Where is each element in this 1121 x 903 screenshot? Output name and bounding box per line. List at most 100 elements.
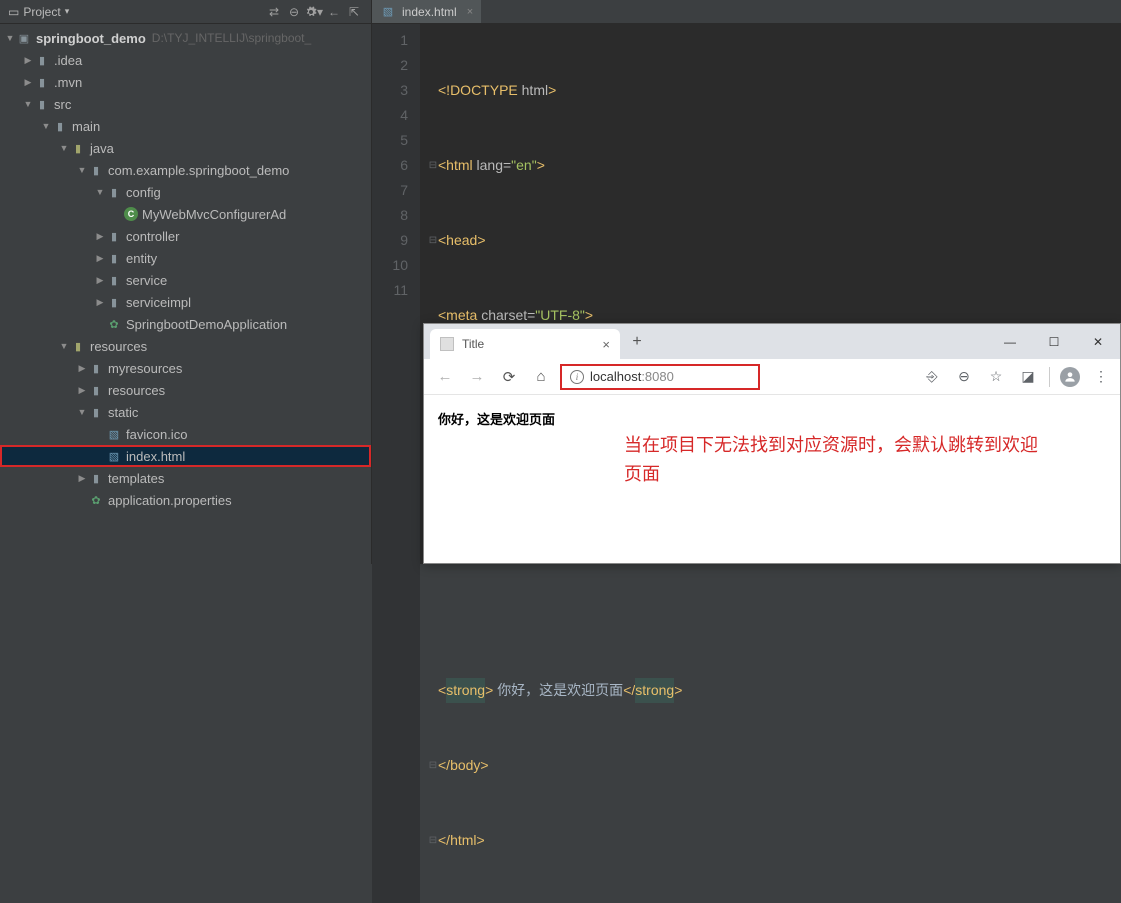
reload-button[interactable]: ⟳ xyxy=(496,364,522,390)
tool-back[interactable]: ← xyxy=(325,3,343,21)
expand-icon[interactable]: ▼ xyxy=(94,187,106,197)
tool-target[interactable]: ⊖ xyxy=(285,3,303,21)
package-icon: ▮ xyxy=(106,228,122,244)
page-heading: 你好，这是欢迎页面 xyxy=(438,412,555,427)
close-icon[interactable]: × xyxy=(467,6,473,18)
tree-item-java[interactable]: ▼▮java xyxy=(0,137,371,159)
module-icon: ▣ xyxy=(16,30,32,46)
code-token: <head> xyxy=(438,228,486,253)
tree-item-favicon[interactable]: ▧ favicon.ico xyxy=(0,423,371,445)
expand-icon[interactable]: ▼ xyxy=(58,341,70,351)
tree-item-myres[interactable]: ▶▮myresources xyxy=(0,357,371,379)
tree-root[interactable]: ▼ ▣ springboot_demo D:\TYJ_INTELLIJ\spri… xyxy=(0,27,371,49)
folder-icon: ▮ xyxy=(88,470,104,486)
html-file-icon: ▧ xyxy=(380,4,396,20)
project-tree[interactable]: ▼ ▣ springboot_demo D:\TYJ_INTELLIJ\spri… xyxy=(0,24,371,564)
expand-icon[interactable]: ▶ xyxy=(22,77,34,88)
tree-label: favicon.ico xyxy=(126,427,187,442)
folder-icon: ▮ xyxy=(88,382,104,398)
star-icon[interactable]: ☆ xyxy=(985,366,1007,388)
folder-icon: ▮ xyxy=(52,118,68,134)
maximize-button[interactable]: ☐ xyxy=(1032,327,1076,357)
tree-item-src[interactable]: ▼▮src xyxy=(0,93,371,115)
tree-label: java xyxy=(90,141,114,156)
tab-label: index.html xyxy=(402,5,457,19)
tree-label: src xyxy=(54,97,71,112)
html-file-icon: ▧ xyxy=(106,448,122,464)
tree-label: .idea xyxy=(54,53,82,68)
code-token: html xyxy=(522,78,548,103)
properties-icon: ✿ xyxy=(88,492,104,508)
tool-hide[interactable]: ⇱ xyxy=(345,3,363,21)
browser-window: Title × + — ☐ ✕ ← → ⟳ ⌂ i localhost:8080… xyxy=(423,323,1121,564)
tree-item-service[interactable]: ▶▮service xyxy=(0,269,371,291)
profile-avatar-icon[interactable] xyxy=(1060,367,1080,387)
translate-icon[interactable]: ⎆ xyxy=(921,366,943,388)
expand-icon[interactable]: ▼ xyxy=(76,407,88,417)
line-num: 9 xyxy=(372,228,408,253)
tree-item-serviceimpl[interactable]: ▶▮serviceimpl xyxy=(0,291,371,313)
menu-icon[interactable]: ⋮ xyxy=(1090,366,1112,388)
code-token: > xyxy=(485,678,497,703)
expand-icon[interactable]: ▼ xyxy=(40,121,52,131)
tool-collapse[interactable]: ⇄ xyxy=(265,3,283,21)
tree-item-mvn[interactable]: ▶▮.mvn xyxy=(0,71,371,93)
tree-item-entity[interactable]: ▶▮entity xyxy=(0,247,371,269)
tree-item-resources[interactable]: ▼▮resources xyxy=(0,335,371,357)
line-num: 5 xyxy=(372,128,408,153)
back-button[interactable]: ← xyxy=(432,364,458,390)
tree-item-main[interactable]: ▼▮main xyxy=(0,115,371,137)
expand-icon[interactable]: ▼ xyxy=(4,33,16,43)
expand-icon[interactable]: ▶ xyxy=(22,55,34,66)
project-sidebar: ▭ Project ▾ ⇄ ⊖ ▾ ← ⇱ ▼ ▣ springboot_dem… xyxy=(0,0,372,564)
extension-icon[interactable]: ◪ xyxy=(1017,366,1039,388)
close-button[interactable]: ✕ xyxy=(1076,327,1120,357)
code-token: strong xyxy=(446,678,485,703)
file-icon: ▧ xyxy=(106,426,122,442)
tree-label: springboot_demo xyxy=(36,31,146,46)
tree-item-idea[interactable]: ▶▮.idea xyxy=(0,49,371,71)
expand-icon[interactable]: ▶ xyxy=(94,231,106,242)
tree-item-templates[interactable]: ▶▮templates xyxy=(0,467,371,489)
tree-item-pkg[interactable]: ▼▮com.example.springboot_demo xyxy=(0,159,371,181)
sidebar-title[interactable]: ▭ Project ▾ xyxy=(8,5,263,19)
code-token: > xyxy=(548,78,556,103)
code-token: </ xyxy=(623,678,635,703)
tool-gear[interactable]: ▾ xyxy=(305,3,323,21)
expand-icon[interactable]: ▼ xyxy=(22,99,34,109)
tree-label: service xyxy=(126,273,167,288)
expand-icon[interactable]: ▶ xyxy=(94,297,106,308)
code-token: > xyxy=(674,678,682,703)
url-text: localhost:8080 xyxy=(590,369,674,384)
tree-item-index[interactable]: ▧index.html xyxy=(0,445,371,467)
tree-item-res2[interactable]: ▶▮resources xyxy=(0,379,371,401)
tree-label: myresources xyxy=(108,361,182,376)
code-token: </html> xyxy=(438,828,485,853)
forward-button[interactable]: → xyxy=(464,364,490,390)
tree-label: application.properties xyxy=(108,493,232,508)
expand-icon[interactable]: ▶ xyxy=(76,473,88,484)
tree-item-config[interactable]: ▼▮config xyxy=(0,181,371,203)
close-icon[interactable]: × xyxy=(602,337,610,352)
browser-tab[interactable]: Title × xyxy=(430,329,620,359)
home-button[interactable]: ⌂ xyxy=(528,364,554,390)
expand-icon[interactable]: ▶ xyxy=(94,275,106,286)
site-favicon-icon xyxy=(440,337,454,351)
expand-icon[interactable]: ▼ xyxy=(58,143,70,153)
new-tab-button[interactable]: + xyxy=(624,329,650,355)
expand-icon[interactable]: ▶ xyxy=(76,363,88,374)
address-bar[interactable]: i localhost:8080 xyxy=(560,364,760,390)
expand-icon[interactable]: ▶ xyxy=(94,253,106,264)
tree-path: D:\TYJ_INTELLIJ\springboot_ xyxy=(152,31,311,45)
expand-icon[interactable]: ▶ xyxy=(76,385,88,396)
expand-icon[interactable]: ▼ xyxy=(76,165,88,175)
minimize-button[interactable]: — xyxy=(988,327,1032,357)
tree-item-cfgfile[interactable]: CMyWebMvcConfigurerAd xyxy=(0,203,371,225)
tree-item-static[interactable]: ▼▮static xyxy=(0,401,371,423)
tree-item-appprops[interactable]: ✿ application.properties xyxy=(0,489,371,511)
tree-item-app[interactable]: ✿SpringbootDemoApplication xyxy=(0,313,371,335)
browser-toolbar: ← → ⟳ ⌂ i localhost:8080 ⎆ ⊖ ☆ ◪ ⋮ xyxy=(424,359,1120,395)
tree-item-controller[interactable]: ▶▮controller xyxy=(0,225,371,247)
zoom-icon[interactable]: ⊖ xyxy=(953,366,975,388)
tab-index-html[interactable]: ▧ index.html × xyxy=(372,0,481,23)
